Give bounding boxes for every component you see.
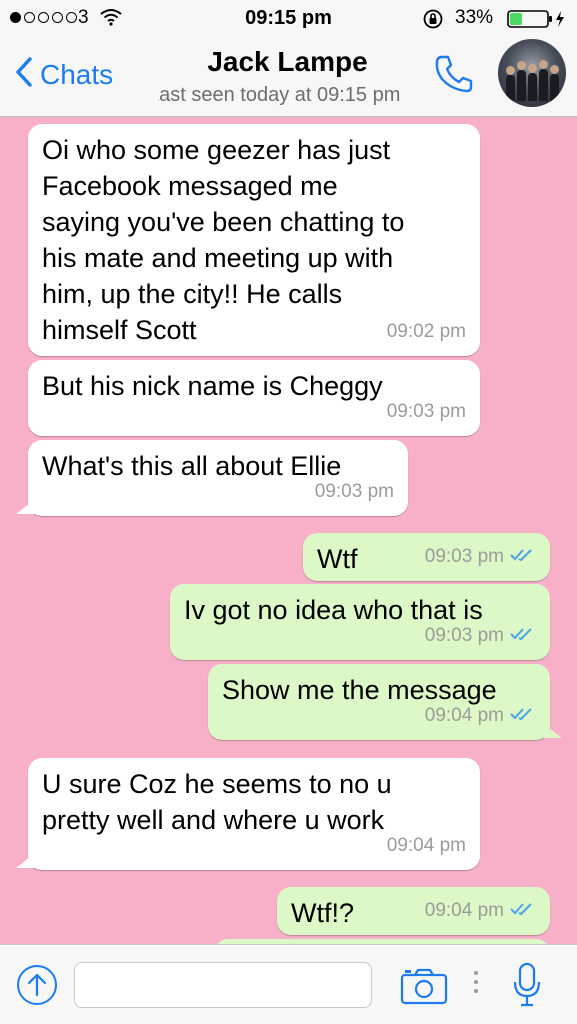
last-seen-status: Last seen today at 09:15 pm [158,84,401,106]
message-bubble[interactable]: Oi who some geezer has just Facebook mes… [28,124,480,356]
contact-name[interactable]: Jack Lampe [170,46,405,78]
message-input[interactable] [74,962,372,1008]
rotation-lock-icon [422,8,444,35]
message-time: 09:04 pm [424,705,504,726]
chevron-left-icon [14,56,34,93]
message-time: 09:04 pm [424,900,504,921]
back-to-chats-button[interactable]: Chats [14,56,113,93]
share-icon [16,965,58,1010]
message-bubble[interactable]: But his nick name is Cheggy 09:03 pm [28,360,480,436]
read-receipt-icon [510,698,536,734]
back-label: Chats [40,58,114,90]
microphone-icon [512,962,542,1012]
message-time: 09:04 pm [386,835,466,856]
compose-bar [0,944,577,1024]
message-bubble[interactable]: What's this all about Ellie 09:03 pm [16,440,408,516]
camera-icon [400,968,448,1009]
more-dots-icon[interactable] [474,971,478,993]
read-receipt-icon [510,893,536,929]
message-time: 09:03 pm [424,546,504,567]
call-button[interactable] [432,52,476,101]
message-bubble[interactable]: Wtf!? 09:04 pm [277,887,550,935]
message-time: 09:02 pm [386,321,466,342]
message-bubble[interactable]: Show me the message 09:04 pm [208,664,562,740]
message-time: 09:03 pm [424,625,504,646]
share-button[interactable] [16,964,58,1011]
message-time: 09:03 pm [386,401,466,422]
camera-button[interactable] [400,967,448,1010]
message-list[interactable]: Oi who some geezer has just Facebook mes… [0,117,577,944]
read-receipt-icon [510,539,536,575]
read-receipt-icon [510,618,536,654]
status-bar: 3 09:15 pm 33% [0,0,577,38]
avatar[interactable] [498,39,566,107]
battery-percent: 33% [455,7,494,28]
message-time: 09:03 pm [314,481,394,502]
message-bubble[interactable]: U sure Coz he seems to no u pretty well … [16,758,480,870]
message-bubble[interactable]: Iv got no idea who that is 09:03 pm [170,584,550,660]
phone-icon [432,55,476,100]
message-bubble[interactable]: Wtf 09:03 pm [303,533,550,581]
chat-header: Chats Jack Lampe Last seen today at 09:1… [0,38,577,117]
microphone-button[interactable] [512,962,542,1013]
charging-icon [556,11,564,27]
battery-icon [507,9,567,34]
